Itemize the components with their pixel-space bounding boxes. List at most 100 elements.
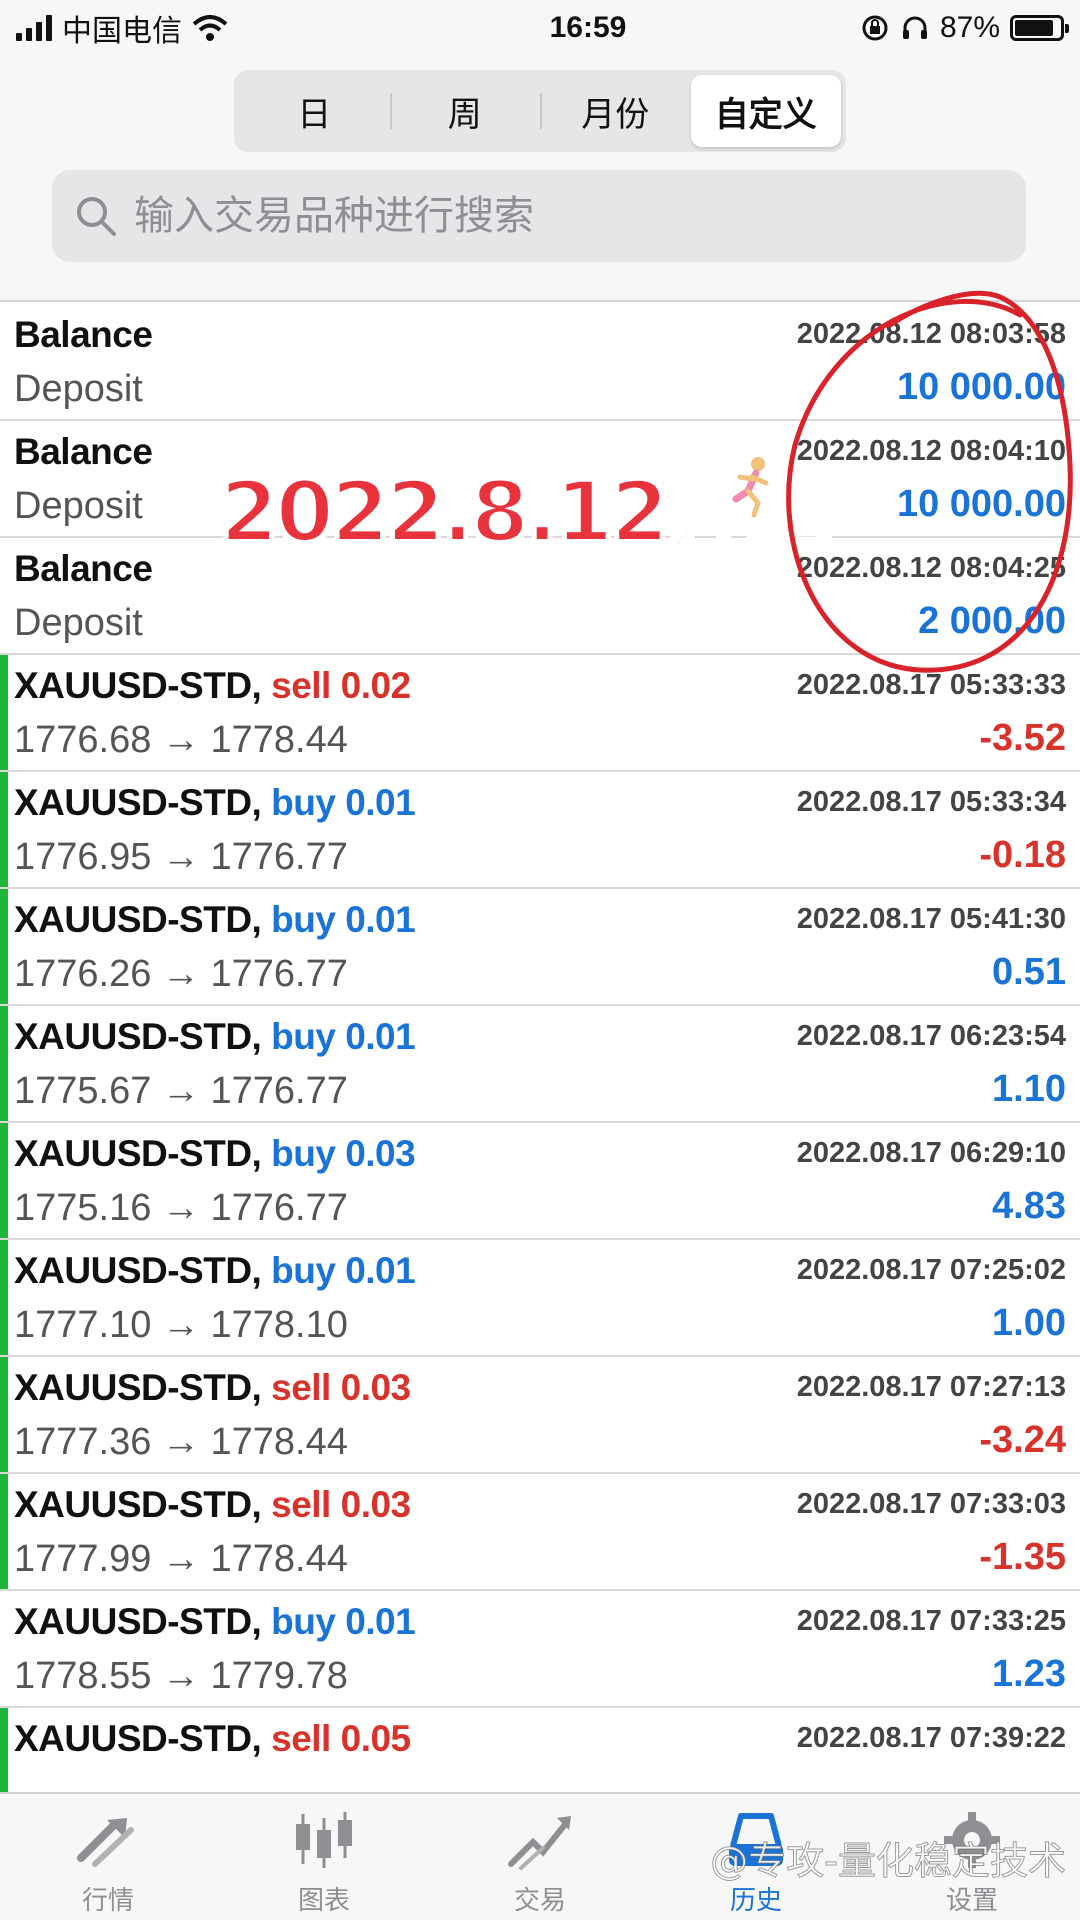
tab-label: 图表 [297,1885,350,1915]
status-left: 中国电信 [16,6,436,50]
trade-symbol: XAUUSD-STD, [14,1133,262,1174]
trade-row[interactable]: XAUUSD-STD, sell 0.03 1777.36 → 1778.44 … [0,1357,1080,1474]
trade-direction: buy [271,782,336,823]
carrier-name: 中国电信 [62,15,182,48]
trade-title: XAUUSD-STD, buy 0.01 [14,899,416,941]
trade-title: XAUUSD-STD, buy 0.03 [14,1133,416,1175]
trade-direction: sell [271,1718,331,1759]
wifi-icon [192,15,228,41]
trade-direction: buy [271,1016,336,1057]
trade-title: XAUUSD-STD, buy 0.01 [14,1016,416,1058]
quotes-arrows-icon [77,1818,134,1867]
watermark-text: @专攻-量化稳定技术 [710,1839,1067,1884]
trade-prices: 1777.10 → 1778.10 [14,1304,348,1346]
trade-time: 2022.08.17 07:33:03 [796,1488,1066,1520]
rotation-lock-icon [862,15,888,41]
trade-profit: 1.23 [992,1653,1066,1695]
trade-symbol: XAUUSD-STD, [14,1250,262,1291]
trade-prices: 1775.16 → 1776.77 [14,1187,348,1229]
trade-prices: 1776.95 → 1776.77 [14,836,348,878]
trade-direction: sell [271,1367,331,1408]
tab-trade[interactable]: 交易 [432,1794,648,1920]
trade-row[interactable]: XAUUSD-STD, sell 0.05 2022.08.17 07:39:2… [0,1708,1080,1796]
trade-symbol: XAUUSD-STD, [14,1484,262,1525]
balance-amount: 2 000.00 [918,600,1066,642]
trade-time: 2022.08.17 07:33:25 [796,1605,1066,1637]
balance-type: Deposit [14,368,143,410]
trade-row[interactable]: XAUUSD-STD, sell 0.02 1776.68 → 1778.44 … [0,655,1080,772]
trade-volume: 0.01 [345,1250,416,1291]
status-bar: 中国电信 16:59 87% [0,0,1080,56]
trade-row[interactable]: XAUUSD-STD, buy 0.01 1776.95 → 1776.77 2… [0,772,1080,889]
trade-volume: 0.05 [340,1718,412,1759]
status-time: 16:59 [549,11,627,44]
trade-symbol: XAUUSD-STD, [14,665,262,706]
trade-time: 2022.08.17 07:39:22 [796,1722,1066,1754]
tab-label: 行情 [81,1885,134,1915]
trade-prices: 1777.99 → 1778.44 [14,1538,348,1580]
search-input[interactable] [134,193,1004,239]
tab-quotes[interactable]: 行情 [0,1794,216,1920]
trade-prices: 1776.68 → 1778.44 [14,719,348,761]
segment-custom[interactable]: 自定义 [690,75,841,147]
trade-row[interactable]: XAUUSD-STD, buy 0.03 1775.16 → 1776.77 2… [0,1123,1080,1240]
trade-prices: 1777.36 → 1778.44 [14,1421,348,1463]
segment-month[interactable]: 月份 [540,75,691,147]
trade-profit: -1.35 [979,1536,1066,1578]
trade-direction: buy [271,1601,336,1642]
trade-time: 2022.08.17 07:25:02 [796,1254,1066,1286]
trade-title: XAUUSD-STD, sell 0.03 [14,1484,411,1526]
period-segmented-control: 日 周 月份 自定义 [234,70,846,152]
trade-direction: buy [271,1133,336,1174]
trade-time: 2022.08.17 05:33:34 [796,786,1066,818]
balance-row[interactable]: Balance Deposit 2022.08.12 08:03:58 10 0… [0,304,1080,421]
trade-prices: 1776.26 → 1776.77 [14,953,348,995]
balance-title: Balance [14,431,153,472]
trade-volume: 0.01 [345,1601,416,1642]
trade-profit: 1.00 [992,1302,1066,1344]
trade-volume: 0.03 [340,1484,412,1525]
trade-time: 2022.08.17 05:41:30 [796,903,1066,935]
trade-time: 2022.08.17 05:33:33 [796,669,1066,701]
trade-volume: 0.03 [345,1133,416,1174]
trade-profit: -3.52 [979,717,1066,759]
trade-profit: 4.83 [992,1185,1066,1227]
trade-time: 2022.08.17 06:23:54 [796,1020,1066,1052]
trade-row[interactable]: XAUUSD-STD, buy 0.01 1776.26 → 1776.77 2… [0,889,1080,1006]
trade-time: 2022.08.17 06:29:10 [796,1137,1066,1169]
trade-volume: 0.01 [345,899,416,940]
trade-title: XAUUSD-STD, sell 0.05 [14,1718,411,1760]
trade-profit: 0.51 [992,951,1066,993]
trade-direction: sell [271,665,331,706]
trade-volume: 0.03 [340,1367,412,1408]
trade-profit: 1.10 [992,1068,1066,1110]
signal-icon [16,15,52,41]
balance-time: 2022.08.12 08:04:25 [796,552,1066,584]
balance-time: 2022.08.12 08:04:10 [796,435,1066,467]
trade-profit: -3.24 [979,1419,1066,1461]
segment-week[interactable]: 周 [389,75,541,147]
trade-prices: 1775.67 → 1776.77 [14,1070,348,1112]
trade-title: XAUUSD-STD, sell 0.03 [14,1367,411,1409]
trade-volume: 0.01 [345,1016,416,1057]
battery-percent: 87% [939,11,1000,44]
trade-title: XAUUSD-STD, sell 0.02 [14,665,411,707]
balance-type: Deposit [14,602,143,644]
battery-icon [1010,15,1069,41]
trade-prices: 1778.55 → 1779.78 [14,1655,348,1697]
trade-row[interactable]: XAUUSD-STD, buy 0.01 1778.55 → 1779.78 2… [0,1591,1080,1708]
segment-day[interactable]: 日 [239,75,390,147]
trade-title: XAUUSD-STD, buy 0.01 [14,1250,416,1292]
symbol-search-bar[interactable] [52,170,1026,262]
trade-direction: buy [271,1250,336,1291]
trade-row[interactable]: XAUUSD-STD, sell 0.03 1777.99 → 1778.44 … [0,1474,1080,1591]
trade-row[interactable]: XAUUSD-STD, buy 0.01 1775.67 → 1776.77 2… [0,1006,1080,1123]
trade-title: XAUUSD-STD, buy 0.01 [14,782,416,824]
trade-time: 2022.08.17 07:27:13 [796,1371,1066,1403]
trade-row[interactable]: XAUUSD-STD, buy 0.01 1777.10 → 1778.10 2… [0,1240,1080,1357]
tab-label: 设置 [945,1885,998,1915]
trade-chart-icon [508,1816,571,1870]
search-icon [77,197,116,236]
tab-label: 历史 [729,1885,782,1915]
tab-chart[interactable]: 图表 [216,1794,432,1920]
